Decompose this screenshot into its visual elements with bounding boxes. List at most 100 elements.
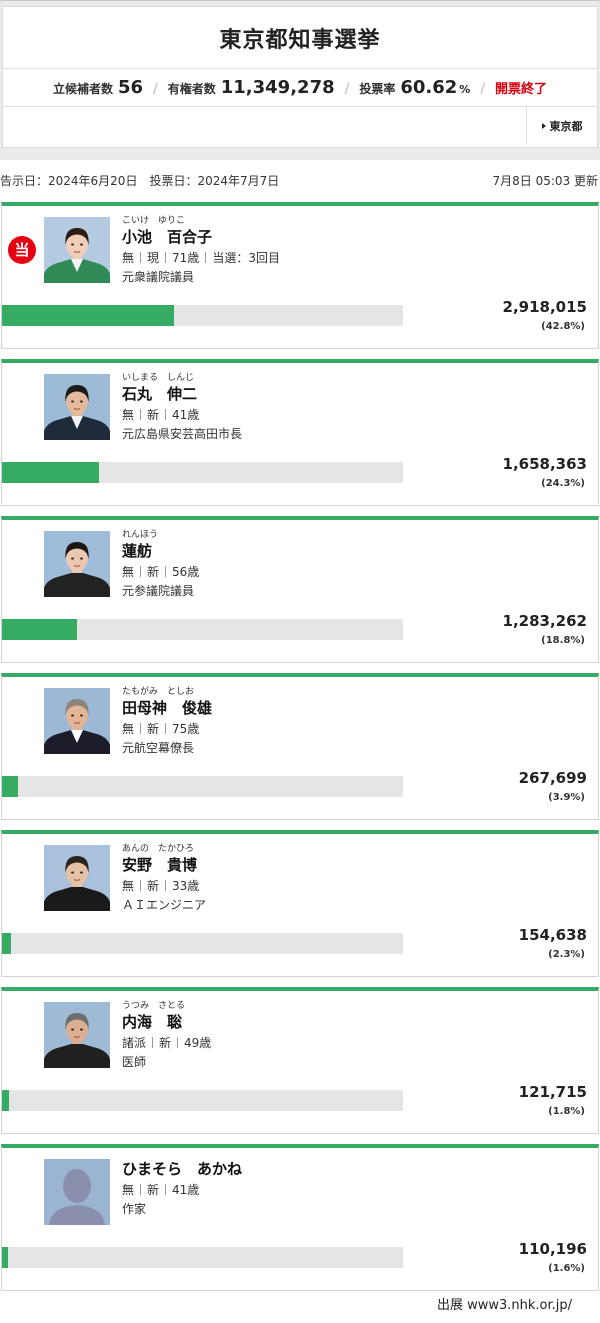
candidate-attributes: 諸派新 49歳 (122, 1033, 482, 1053)
elected-badge: 当 (8, 236, 36, 264)
portrait-eye (80, 400, 83, 403)
vote-share-bar (2, 305, 403, 326)
portrait-eye (71, 557, 74, 560)
election-header: 東京都知事選挙 立候補者数 56 / 有権者数 11,349,278 / 投票率… (2, 6, 598, 148)
portrait-graphic (44, 1002, 110, 1068)
portrait-eye (71, 714, 74, 717)
portrait-eye (80, 871, 83, 874)
candidate-photo (44, 845, 110, 911)
header-area: 東京都知事選挙 立候補者数 56 / 有権者数 11,349,278 / 投票率… (0, 0, 600, 160)
candidate-card: 当 こいけ ゆりこ 小池 百合子無現 71歳 当選：3回目 元衆議院議員 2,918,015… (1, 202, 599, 349)
candidate-photo (44, 1002, 110, 1068)
portrait-graphic (44, 374, 110, 440)
region-link-label: 東京都 (549, 120, 583, 133)
candidate-attribute: 無 (122, 722, 135, 736)
portrait-graphic (44, 845, 110, 911)
candidate-attribute: 無 (122, 879, 135, 893)
candidate-info: たもがみ としお 田母神 俊雄無新 75歳 元航空幕僚長 (122, 687, 482, 757)
candidate-attribute: 新 (159, 1036, 172, 1050)
candidate-attribute: 新 (147, 1183, 160, 1197)
candidate-attributes: 無新 33歳 (122, 876, 482, 896)
candidate-attribute: 新 (147, 722, 160, 736)
portrait-graphic (44, 531, 110, 597)
candidate-career: 元参議院議員 (122, 584, 195, 598)
vote-share-label: (3.9%) (548, 792, 585, 803)
candidate-name: 安野 貴博 (122, 856, 198, 874)
attribute-separator (140, 723, 142, 734)
attribute-separator (165, 1184, 167, 1195)
candidate-photo (44, 217, 110, 283)
vote-count: 154,638 (518, 926, 587, 944)
candidate-card: れんほう 蓮舫無新 56歳 元参議院議員 1,283,262 (18.8%) (1, 516, 599, 663)
vote-share-bar (2, 933, 403, 954)
portrait-eye (71, 1028, 74, 1031)
candidate-attributes: 無新 75歳 (122, 719, 482, 739)
candidate-info: うつみ さとる 内海 聡諸派新 49歳 医師 (122, 1001, 482, 1071)
attribute-separator (177, 1037, 179, 1048)
candidates-count-label: 立候補者数 (52, 82, 113, 96)
portrait-eye (80, 714, 83, 717)
title-row: 東京都知事選挙 (3, 7, 597, 69)
candidate-info: れんほう 蓮舫無新 56歳 元参議院議員 (122, 530, 482, 600)
vote-share-bar (2, 462, 403, 483)
candidate-card: いしまる しんじ 石丸 伸二無新 41歳 元広島県安芸高田市長 1,658,363 (24… (1, 359, 599, 506)
candidate-attribute: 現 (147, 251, 160, 265)
candidate-attributes: 無新 56歳 (122, 562, 482, 582)
candidate-attribute: 新 (147, 408, 160, 422)
candidate-name: 田母神 俊雄 (122, 699, 213, 717)
candidate-career: 医師 (122, 1055, 147, 1069)
vote-share-bar-fill (2, 1090, 10, 1111)
candidates-count: 56 (117, 77, 144, 98)
silhouette-head (63, 1169, 91, 1203)
attribute-separator (205, 252, 207, 263)
electorate-count: 11,349,278 (220, 77, 335, 98)
candidate-career: 元広島県安芸高田市長 (122, 427, 243, 441)
attribute-separator (140, 566, 142, 577)
candidate-list: 当こいけ ゆりこ 小池 百合子無現 71歳 当選：3回目 元衆議院議員 2,918,015… (0, 202, 600, 1291)
candidate-photo (44, 374, 110, 440)
turnout-label: 投票率 (359, 82, 396, 96)
stats-separator: / (153, 81, 158, 97)
vote-count: 2,918,015 (502, 298, 587, 316)
candidate-name: 小池 百合子 (122, 228, 213, 246)
stats-separator: / (480, 81, 486, 97)
attribute-separator (165, 566, 167, 577)
candidate-attribute: 無 (122, 408, 135, 422)
vote-count: 1,658,363 (502, 455, 587, 473)
candidate-attribute: 無 (122, 1183, 135, 1197)
region-link-tokyo[interactable]: 東京都 (526, 107, 597, 145)
candidate-furigana: いしまる しんじ (122, 373, 195, 383)
attribute-separator (152, 1037, 154, 1048)
vote-share-label: (2.3%) (548, 949, 585, 960)
vote-share-bar-fill (2, 619, 78, 640)
vote-share-bar-fill (2, 1247, 9, 1268)
candidate-info: いしまる しんじ 石丸 伸二無新 41歳 元広島県安芸高田市長 (122, 373, 482, 443)
attribute-separator (165, 880, 167, 891)
vote-count: 110,196 (518, 1240, 587, 1258)
attribute-separator (165, 723, 167, 734)
candidate-attribute: 41歳 (172, 1183, 200, 1197)
candidate-career: 元衆議院議員 (122, 270, 195, 284)
election-dates-left: 告示日：2024年6月20日 投票日：2024年7月7日 (0, 173, 279, 189)
count-status-badge: 開票終了 (495, 82, 548, 97)
stats-separator: / (344, 81, 350, 97)
candidate-career: 元航空幕僚長 (122, 741, 195, 755)
candidate-attribute: 49歳 (184, 1036, 212, 1050)
candidate-attribute: 56歳 (172, 565, 200, 579)
vote-share-bar (2, 1247, 403, 1268)
candidate-attribute: 無 (122, 251, 135, 265)
candidate-card: あんの たかひろ 安野 貴博無新 33歳 ＡＩエンジニア 154,638 (2.3%) (1, 830, 599, 977)
vote-share-label: (18.8%) (541, 635, 585, 646)
vote-share-bar-fill (2, 462, 100, 483)
candidate-attribute: 諸派 (122, 1036, 147, 1050)
vote-count: 121,715 (518, 1083, 587, 1101)
candidate-attribute: 33歳 (172, 879, 200, 893)
attribute-separator (165, 409, 167, 420)
candidate-name: ひまそら あかね (122, 1160, 243, 1178)
attribute-separator (140, 880, 142, 891)
source-credit: 出展 www3.nhk.or.jp/ (436, 1298, 572, 1313)
vote-share-label: (42.8%) (541, 321, 585, 332)
updated-time: 7月8日 05:03 更新 (492, 174, 598, 188)
candidate-career: 作家 (122, 1202, 147, 1216)
election-dates: 告示日：2024年6月20日 投票日：2024年7月7日 7月8日 05:03 更… (0, 160, 600, 202)
